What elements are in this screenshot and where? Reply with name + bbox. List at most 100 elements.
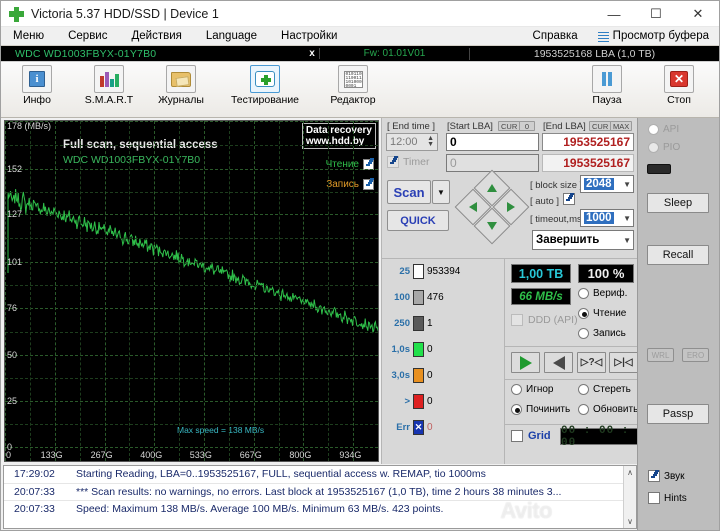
toolbar-button-editor[interactable]: 010110 110011 101000 0001 Редактор	[313, 62, 393, 116]
speed-graph[interactable]: Full scan, sequential access WDC WD1003F…	[4, 120, 379, 462]
radio-dot-erase	[578, 384, 589, 395]
log-list[interactable]: 17:29:02 Starting Reading, LBA=0..1953525…	[3, 465, 637, 529]
scroll-down-arrow-icon[interactable]: ∨	[624, 515, 636, 528]
menu-item-menu[interactable]: Меню	[1, 27, 56, 46]
grid-checkbox[interactable]	[511, 430, 523, 442]
menu-bar-right: Справка Просмотр буфера	[521, 27, 717, 46]
toolbar-button-info[interactable]: i Инфо	[1, 62, 73, 116]
end-lba-max-button[interactable]: MAX	[610, 121, 633, 131]
timeout-combo[interactable]: 1000 ▼	[580, 209, 634, 227]
play-button[interactable]	[511, 352, 540, 373]
skip-query-button[interactable]: ▷?◁	[577, 352, 606, 373]
legend-write-checkbox[interactable]	[363, 179, 374, 190]
buffer-view-button[interactable]: Просмотр буфера	[594, 30, 713, 43]
end-lba-input[interactable]: 1953525167	[542, 133, 634, 151]
end-time-spinner-arrows[interactable]: ▲ ▼	[427, 135, 434, 148]
block-size-combo[interactable]: 2048 ▼	[580, 175, 634, 193]
log-row[interactable]: 20:07:33 *** Scan results: no warnings, n…	[4, 483, 636, 500]
passp-button[interactable]: Passp	[647, 404, 709, 424]
menu-item-service[interactable]: Сервис	[56, 27, 119, 46]
block-stat-swatch	[413, 368, 424, 383]
grid-checkbox-row[interactable]: Grid	[511, 430, 551, 442]
info-icon-box: i	[22, 65, 52, 93]
drive-selector-bar[interactable]: WDC WD1003FBYX-01Y7B0 x Fw: 01.01V01 195…	[1, 46, 719, 62]
main-body: Full scan, sequential access WDC WD1003F…	[1, 118, 719, 464]
log-row[interactable]: 17:29:02 Starting Reading, LBA=0..1953525…	[4, 466, 636, 483]
minimize-button[interactable]: —	[593, 1, 635, 27]
grid-line-vertical-minor	[29, 121, 31, 461]
action-radio-refresh[interactable]: Обновить	[578, 404, 638, 415]
timer-checkbox-row[interactable]: Timer	[387, 156, 429, 168]
wrl-button[interactable]: WRL	[647, 348, 674, 362]
log-row[interactable]: 20:07:33 Speed: Maximum 138 MB/s. Average…	[4, 500, 636, 517]
scan-button[interactable]: Scan	[387, 180, 431, 204]
title-bar: Victoria 5.37 HDD/SSD | Device 1 — ☐ ✕	[1, 1, 719, 27]
close-button[interactable]: ✕	[677, 1, 719, 27]
start-lba-zero-button[interactable]: 0	[519, 121, 535, 131]
timer-checkbox[interactable]	[387, 156, 399, 168]
ddd-api-checkbox[interactable]	[511, 314, 523, 326]
hints-checkbox-row[interactable]: Hints	[648, 492, 687, 504]
toolbar-button-pause[interactable]: Пауза	[571, 62, 643, 116]
toolbar-button-logs[interactable]: Журналы	[145, 62, 217, 116]
grid-line-vertical-minor	[328, 121, 330, 461]
toolbar-button-smart[interactable]: S.M.A.R.T	[73, 62, 145, 116]
legend-write[interactable]: Запись	[326, 179, 374, 190]
start-lba-value2: 0	[450, 156, 457, 170]
menu-item-actions[interactable]: Действия	[119, 27, 193, 46]
buffer-view-label: Просмотр буфера	[612, 30, 709, 42]
grid-line-vertical	[154, 121, 156, 461]
mode-radio-verify[interactable]: Вериф.	[578, 288, 627, 299]
rewind-button[interactable]	[544, 352, 573, 373]
toolbar-button-stop[interactable]: ✕ Стоп	[643, 62, 715, 116]
ero-button[interactable]: ERO	[682, 348, 709, 362]
maximize-button[interactable]: ☐	[635, 1, 677, 27]
action-radio-repair[interactable]: Починить	[511, 404, 570, 415]
end-lba-secondary-input[interactable]: 1953525167	[542, 154, 634, 172]
elapsed-timer-readout: 00 : 00 : 00	[560, 425, 638, 449]
hints-checkbox[interactable]	[648, 492, 660, 504]
action-radio-ignore[interactable]: Игнор	[511, 384, 553, 395]
navigation-dpad	[454, 169, 530, 245]
drive-close-icon[interactable]: x	[305, 48, 319, 59]
end-lba-value: 1953525167	[563, 135, 630, 149]
sleep-button[interactable]: Sleep	[647, 193, 709, 213]
pio-radio[interactable]: PIO	[648, 142, 680, 153]
recall-button[interactable]: Recall	[647, 245, 709, 265]
block-stat-count: 0	[427, 422, 433, 433]
sound-checkbox[interactable]	[648, 470, 660, 482]
end-lba-cur-button[interactable]: CUR	[589, 121, 612, 131]
end-time-input[interactable]: 12:00 ▲ ▼	[386, 133, 438, 151]
ddd-api-row[interactable]: DDD (API)	[511, 314, 578, 326]
grid-line-vertical	[54, 121, 56, 461]
sound-checkbox-row[interactable]: Звук	[648, 470, 685, 482]
scroll-up-arrow-icon[interactable]: ∧	[624, 466, 636, 479]
block-size-label: [ block size ]	[530, 180, 583, 191]
log-scrollbar[interactable]: ∧ ∨	[623, 466, 636, 528]
ddd-api-label: DDD (API)	[528, 314, 578, 326]
grid-line-horizontal-minor	[5, 191, 378, 193]
mode-radio-write[interactable]: Запись	[578, 328, 626, 339]
start-lba-cur-button[interactable]: CUR	[498, 121, 521, 131]
menu-item-language[interactable]: Language	[194, 27, 269, 46]
menu-item-settings[interactable]: Настройки	[269, 27, 349, 46]
radio-dot-refresh	[578, 404, 589, 415]
drive-model: WDC WD1003FBYX-01Y7B0	[15, 47, 157, 60]
api-radio[interactable]: API	[648, 124, 679, 135]
action-radio-erase[interactable]: Стереть	[578, 384, 631, 395]
block-stat-count: 1	[427, 318, 433, 329]
toolbar-button-testing[interactable]: Тестирование	[217, 62, 313, 116]
finish-action-combo[interactable]: Завершить ▼	[532, 230, 634, 250]
block-stat-threshold: 1,0s	[391, 344, 411, 355]
scan-dropdown-button[interactable]: ▼	[432, 180, 450, 204]
skip-end-button[interactable]: ▷|◁	[609, 352, 638, 373]
mode-radio-read[interactable]: Чтение	[578, 308, 626, 319]
y-axis-tick-label: 127	[7, 209, 23, 220]
menu-item-help[interactable]: Справка	[521, 27, 590, 46]
auto-checkbox[interactable]	[563, 193, 575, 205]
start-lba-input[interactable]: 0	[446, 133, 539, 151]
block-stat-count: 0	[427, 396, 433, 407]
grid-line-vertical	[104, 121, 106, 461]
quick-button[interactable]: QUICK	[387, 210, 449, 231]
end-time-label: [ End time ]	[387, 121, 436, 132]
